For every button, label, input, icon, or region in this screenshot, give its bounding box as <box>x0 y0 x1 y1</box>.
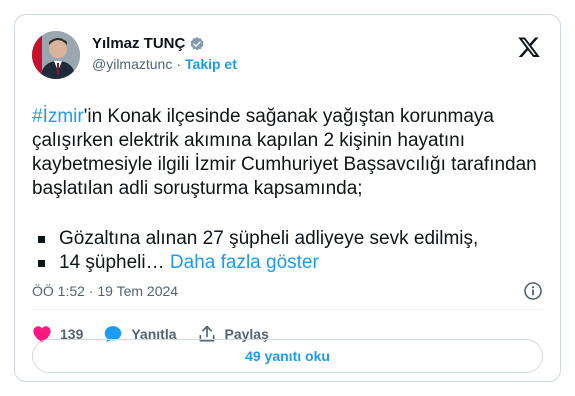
bullet-item: 14 şüpheli… Daha fazla göster <box>32 251 552 275</box>
tweet-bullets: Gözaltına alınan 27 şüpheli adliyeye sev… <box>32 227 552 275</box>
read-replies-label: 49 yanıtı oku <box>245 348 330 364</box>
bullet-square-icon <box>38 259 45 267</box>
x-logo-icon[interactable] <box>517 35 541 59</box>
tweet-header: Yılmaz TUNÇ @yilmaztunc · Takip et <box>32 31 543 83</box>
bullet-item: Gözaltına alınan 27 şüpheli adliyeye sev… <box>32 227 552 251</box>
bullet-square-icon <box>38 235 45 243</box>
tweet-text: #İzmir'in Konak ilçesinde sağanak yağışt… <box>32 105 552 201</box>
author-display-name[interactable]: Yılmaz TUNÇ <box>92 35 185 52</box>
show-more-link[interactable]: Daha fazla göster <box>170 252 319 273</box>
info-icon[interactable] <box>523 281 543 301</box>
verified-badge-icon <box>189 36 205 52</box>
bullet-text: Gözaltına alınan 27 şüpheli adliyeye sev… <box>59 228 479 249</box>
follow-button[interactable]: Takip et <box>185 56 237 72</box>
tweet-card: Yılmaz TUNÇ @yilmaztunc · Takip et #İzmi… <box>14 14 561 382</box>
author-handle[interactable]: @yilmaztunc <box>92 56 172 72</box>
tweet-timestamp[interactable]: ÖÖ 1:52 · 19 Tem 2024 <box>32 283 178 299</box>
author-names: Yılmaz TUNÇ @yilmaztunc · Takip et <box>92 35 237 72</box>
handle-separator: · <box>176 56 182 72</box>
bullet-text: 14 şüpheli… <box>59 252 165 273</box>
hashtag-link[interactable]: #İzmir <box>32 106 84 127</box>
read-replies-button[interactable]: 49 yanıtı oku <box>32 339 543 373</box>
avatar-image <box>32 31 80 79</box>
avatar[interactable] <box>32 31 80 79</box>
tweet-body: 'in Konak ilçesinde sağanak yağıştan kor… <box>32 106 543 199</box>
divider <box>32 309 543 310</box>
